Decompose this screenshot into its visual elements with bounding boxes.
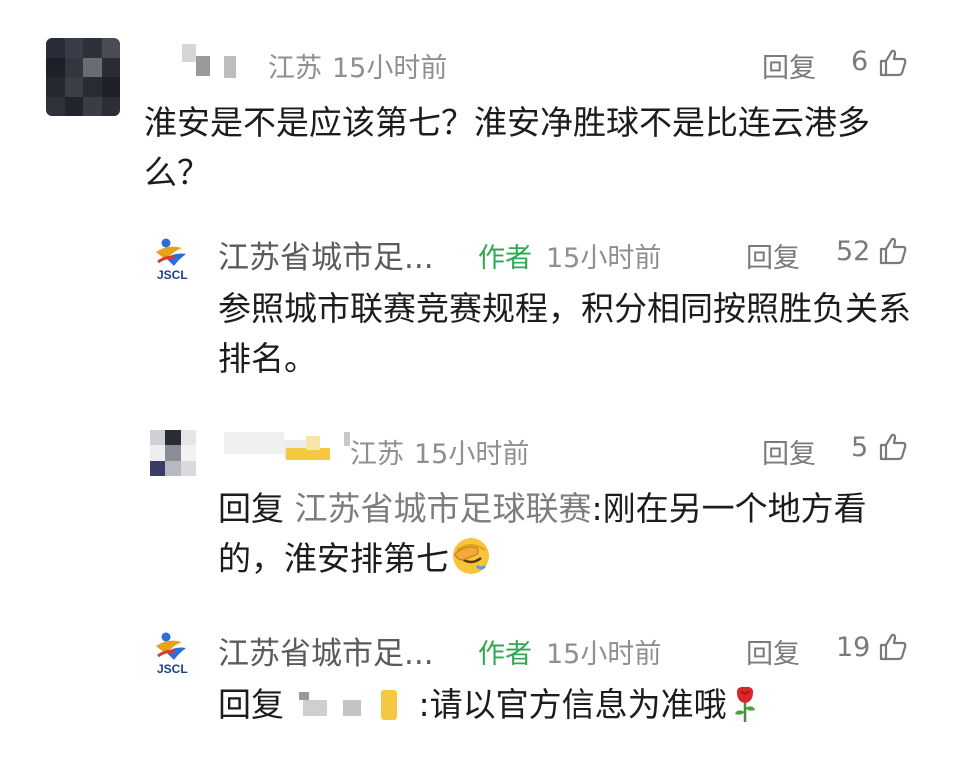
- comment-text-block: 回复 江苏省城市足球联赛:刚在另一个地方看的，淮安排第七: [218, 484, 908, 584]
- comment-time: 15小时前: [546, 243, 662, 274]
- jscl-logo[interactable]: JSCL: [152, 632, 196, 680]
- reply-prefix: 回复: [218, 489, 284, 528]
- reply-button[interactable]: 回复: [762, 432, 816, 471]
- reply-prefix: 回复: [218, 685, 284, 724]
- thumb-up-icon[interactable]: [878, 432, 908, 462]
- comment-time: 15小时前: [546, 639, 662, 670]
- like-count[interactable]: 6: [851, 46, 868, 77]
- comment-text-block: 回复 :请以官方信息为准哦: [218, 680, 908, 730]
- jscl-logo-text: JSCL: [157, 662, 188, 676]
- jscl-logo[interactable]: JSCL: [152, 238, 196, 286]
- comment-region: 江苏: [350, 439, 404, 470]
- comment-text: :请以官方信息为准哦: [418, 685, 727, 724]
- author-name[interactable]: 江苏省城市足...: [218, 232, 434, 277]
- username-blurred[interactable]: [224, 430, 350, 468]
- like-count[interactable]: 52: [836, 236, 870, 267]
- comment-text: 淮安是不是应该第七？淮安净胜球不是比连云港多么？: [144, 103, 870, 192]
- comment-time: 15小时前: [414, 439, 530, 470]
- thumb-up-icon[interactable]: [878, 236, 908, 266]
- facepalm-emoji: [453, 538, 489, 574]
- avatar-blurred[interactable]: [46, 38, 120, 116]
- avatar-blurred[interactable]: [150, 430, 196, 476]
- comment-time: 15小时前: [332, 53, 448, 84]
- author-name[interactable]: 江苏省城市足...: [218, 628, 434, 673]
- quoted-user-blurred[interactable]: [295, 684, 419, 724]
- jscl-figure-icon: [156, 632, 186, 660]
- username-blurred[interactable]: [178, 42, 240, 82]
- jscl-figure-icon: [156, 238, 186, 266]
- like-count[interactable]: 19: [836, 632, 870, 663]
- jscl-logo-text: JSCL: [157, 268, 188, 282]
- thumb-up-icon[interactable]: [878, 632, 908, 662]
- author-badge: 作者: [478, 243, 532, 274]
- reply-button[interactable]: 回复: [762, 46, 816, 85]
- quoted-user[interactable]: 江苏省城市足球联赛: [295, 489, 592, 528]
- comment-text: 参照城市联赛竞赛规程，积分相同按照胜负关系排名。: [218, 289, 911, 378]
- reply-button[interactable]: 回复: [746, 632, 800, 671]
- comment-region: 江苏: [268, 53, 322, 84]
- thumb-up-icon[interactable]: [878, 48, 908, 78]
- rose-emoji: [734, 686, 755, 722]
- author-badge: 作者: [478, 639, 532, 670]
- like-count[interactable]: 5: [851, 432, 868, 463]
- reply-button[interactable]: 回复: [746, 236, 800, 275]
